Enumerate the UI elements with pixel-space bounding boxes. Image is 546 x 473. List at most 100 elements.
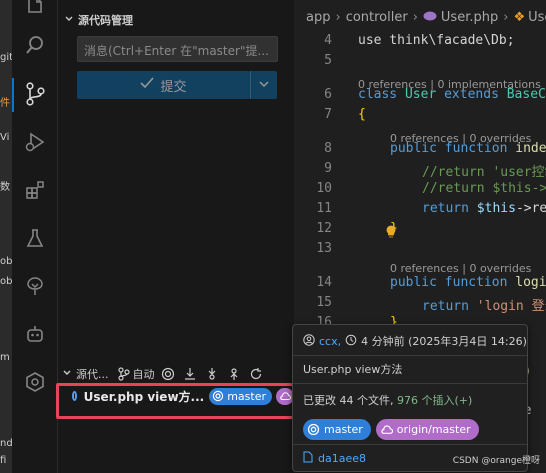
code-text: {: [358, 107, 366, 122]
code-token: //return 'user控制: [422, 165, 546, 180]
breadcrumb-item[interactable]: User: [528, 10, 546, 25]
background-text: ob: [0, 276, 12, 287]
fetch-icon[interactable]: [181, 365, 199, 383]
search-icon[interactable]: [23, 33, 47, 57]
extensions-icon[interactable]: [23, 178, 47, 202]
divider: [293, 444, 527, 445]
code-token: return: [422, 201, 469, 216]
commit-time: 4 分钟前 (2025年3月4日 14:26): [361, 335, 527, 348]
commit-message-input[interactable]: 消息(Ctrl+Enter 在"master"提...: [77, 36, 278, 62]
code-text: //return 'user控制: [422, 161, 546, 180]
background-text: m: [0, 352, 10, 363]
local-branch-badge[interactable]: master: [303, 419, 371, 440]
graph-toolbar: 自动: [115, 365, 265, 383]
code-token: $this: [476, 201, 516, 216]
commit-button-label: 提交: [160, 79, 187, 95]
code-line[interactable]: 13: [294, 241, 546, 261]
code-line[interactable]: 14public function login: [294, 275, 546, 295]
codelens[interactable]: 0 references | 0 overrides: [390, 262, 531, 278]
code-text: //return $this->a: [422, 181, 546, 196]
remote-branch-badge[interactable]: origin/master: [375, 419, 479, 440]
line-number: 4: [324, 33, 332, 48]
branch-icon[interactable]: [115, 365, 133, 383]
line-number: 8: [324, 141, 332, 156]
hover-branch-badges: master origin/master: [303, 419, 479, 440]
run-debug-icon[interactable]: [23, 130, 47, 154]
background-text: git: [0, 52, 12, 63]
code-token: {: [358, 107, 366, 122]
source-control-icon[interactable]: [23, 82, 47, 106]
line-number: 5: [324, 53, 332, 68]
code-token: return: [422, 299, 469, 314]
remote-branch-label: origin/master: [396, 423, 471, 436]
commit-dropdown-button[interactable]: [250, 71, 277, 99]
line-number: 14: [316, 275, 332, 290]
testing-flask-icon[interactable]: [23, 226, 47, 250]
highlight-annotation-box: [56, 383, 296, 419]
background-text: nd: [0, 438, 12, 449]
codelens[interactable]: 0 references | 0 overrides: [390, 132, 531, 148]
target-icon[interactable]: [159, 365, 177, 383]
commit-title: User.php view方法: [303, 363, 403, 376]
auto-label[interactable]: 自动: [133, 366, 155, 382]
remote-tree-icon[interactable]: [23, 274, 47, 298]
breadcrumb-item[interactable]: User.php: [441, 10, 498, 25]
line-number: 9: [324, 161, 332, 176]
code-line[interactable]: 7{: [294, 107, 546, 127]
lightbulb-icon[interactable]: [385, 225, 397, 242]
graph-section-header[interactable]: 源代... 自动: [58, 363, 294, 385]
line-number: 11: [316, 201, 332, 216]
line-number: 6: [324, 87, 332, 102]
chevron-right-icon: ›: [412, 9, 418, 25]
commit-hover-card: ccx, 4 分钟前 (2025年3月4日 14:26) User.php vi…: [292, 324, 528, 472]
code-token: use think\facade\Db;: [358, 33, 515, 48]
line-number: 7: [324, 107, 332, 122]
scm-section-header[interactable]: 源代码管理: [64, 12, 133, 28]
code-line[interactable]: 4 use think\facade\Db;: [294, 33, 546, 53]
local-branch-label: master: [324, 423, 363, 436]
commit-author[interactable]: ccx,: [319, 335, 341, 348]
codelens[interactable]: 0 references | 0 implementations: [358, 78, 541, 94]
insertions-text: 976 个插入(+): [397, 394, 473, 407]
line-number: 15: [316, 295, 332, 310]
code-text: use think\facade\Db;: [358, 33, 515, 48]
code-token: 'login 登录: [476, 299, 546, 314]
background-text: 件: [0, 98, 10, 109]
cloud-icon: [381, 425, 393, 434]
code-token: //return $this->a: [422, 181, 546, 196]
activity-bar: [12, 0, 58, 473]
divider: [293, 355, 527, 356]
code-line[interactable]: 9 //return 'user控制: [294, 161, 546, 181]
check-icon: [140, 77, 155, 93]
line-number: 10: [316, 181, 332, 196]
push-icon[interactable]: [225, 365, 243, 383]
code-line[interactable]: 11 return $this->red: [294, 201, 546, 221]
commit-button[interactable]: 提交: [77, 71, 250, 99]
breadcrumb-item[interactable]: app: [306, 10, 330, 25]
copilot-robot-icon[interactable]: [23, 322, 47, 346]
background-text: fi: [0, 455, 7, 466]
explorer-icon[interactable]: [23, 0, 47, 18]
commit-hash-link[interactable]: da1aee8: [303, 451, 366, 466]
file-icon: [303, 451, 313, 466]
code-line[interactable]: 10 //return $this->a: [294, 181, 546, 201]
code-line[interactable]: 15 return 'login 登录: [294, 295, 546, 315]
line-number: 13: [316, 241, 332, 256]
pull-icon[interactable]: [203, 365, 221, 383]
background-window-strip: git 件 Vi 数 ob ob m nd fi: [0, 0, 12, 473]
graph-section-title: 源代...: [76, 368, 109, 381]
code-line[interactable]: 5: [294, 53, 546, 73]
code-text: return 'login 登录: [422, 295, 546, 314]
history-icon: [345, 334, 357, 349]
code-token: ->red: [515, 201, 546, 216]
code-text: return $this->red: [422, 201, 546, 216]
commit-stats: 已更改 44 个文件, 976 个插入(+): [303, 392, 472, 408]
commit-hash: da1aee8: [318, 452, 366, 465]
background-text: ob: [0, 256, 12, 267]
breadcrumb-item[interactable]: controller: [346, 10, 408, 25]
php-file-icon: [423, 10, 437, 25]
timeline-hex-icon[interactable]: [23, 370, 47, 394]
refresh-icon[interactable]: [247, 365, 265, 383]
code-line[interactable]: 12}: [294, 221, 546, 241]
hover-header: ccx, 4 分钟前 (2025年3月4日 14:26): [303, 333, 527, 349]
